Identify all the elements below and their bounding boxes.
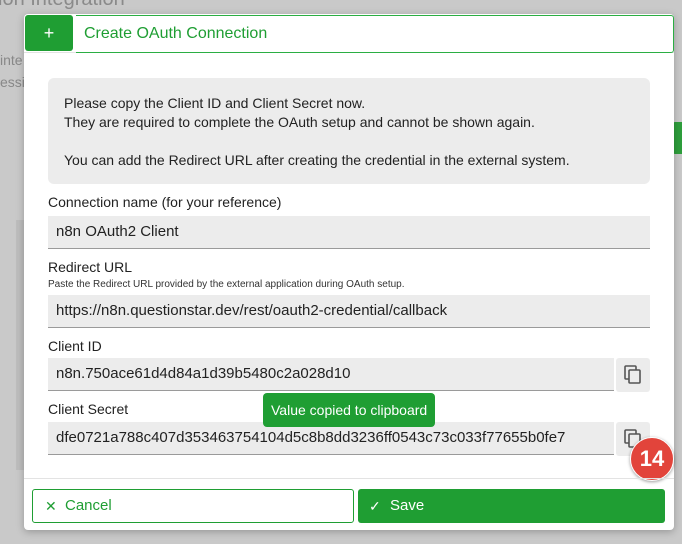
- client-id-input[interactable]: n8n.750ace61d4d84a1d39b5480c2a028d10: [48, 358, 614, 391]
- copied-tooltip: Value copied to clipboard: [263, 393, 436, 427]
- redirect-url-input[interactable]: https://n8n.questionstar.dev/rest/oauth2…: [48, 295, 650, 328]
- copy-client-id-button[interactable]: [616, 358, 650, 392]
- background-text: inte: [0, 52, 23, 68]
- create-oauth-dialog: + Create OAuth Connection Please copy th…: [24, 14, 674, 530]
- client-id-label: Client ID: [48, 338, 102, 354]
- notice-line: They are required to complete the OAuth …: [64, 114, 535, 130]
- background-text: essi: [0, 74, 25, 90]
- add-button[interactable]: +: [25, 15, 73, 51]
- copy-icon: [624, 365, 641, 384]
- client-secret-label: Client Secret: [48, 401, 129, 417]
- notice-line: You can add the Redirect URL after creat…: [64, 152, 570, 168]
- background-page-title: ion Integration: [0, 0, 125, 11]
- dialog-header: + Create OAuth Connection: [24, 14, 674, 53]
- footer-divider: [24, 478, 674, 479]
- connection-name-input[interactable]: n8n OAuth2 Client: [48, 216, 650, 249]
- dialog-title: Create OAuth Connection: [76, 15, 674, 53]
- connection-name-label: Connection name (for your reference): [48, 194, 282, 210]
- close-icon: ✕: [45, 498, 57, 514]
- save-button[interactable]: ✓ Save: [358, 489, 665, 523]
- save-label: Save: [390, 497, 425, 514]
- redirect-url-hint: Paste the Redirect URL provided by the e…: [48, 279, 405, 290]
- cancel-label: Cancel: [65, 497, 112, 514]
- redirect-url-label: Redirect URL: [48, 259, 133, 275]
- cancel-button[interactable]: ✕ Cancel: [32, 489, 354, 523]
- info-notice: Please copy the Client ID and Client Sec…: [48, 78, 650, 184]
- notice-line: Please copy the Client ID and Client Sec…: [64, 95, 366, 111]
- step-badge: 14: [630, 437, 674, 481]
- check-icon: ✓: [369, 498, 381, 514]
